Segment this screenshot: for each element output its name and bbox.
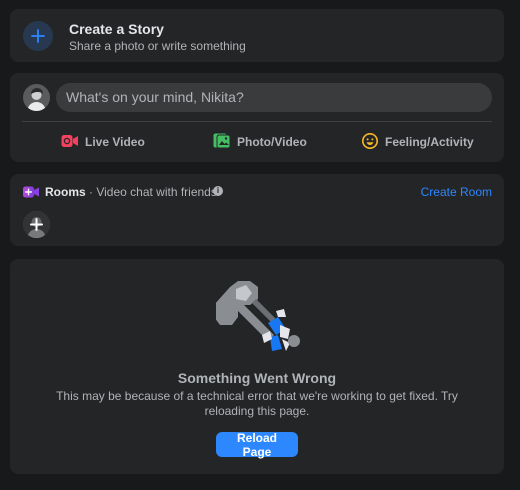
reload-page-button[interactable]: Reload Page: [216, 431, 298, 459]
live-video-icon: [61, 134, 79, 151]
divider: [22, 121, 492, 122]
photo-video-icon: [213, 133, 231, 152]
create-room-link[interactable]: Create Room: [421, 185, 492, 199]
feeling-icon: [361, 132, 379, 153]
create-room-avatar[interactable]: [23, 211, 50, 238]
story-subtitle: Share a photo or write something: [69, 39, 246, 53]
photo-video-label: Photo/Video: [237, 135, 307, 149]
story-title: Create a Story: [69, 21, 164, 37]
create-story-card[interactable]: Create a Story Share a photo or write so…: [10, 9, 504, 62]
rooms-title: Rooms: [45, 185, 86, 199]
info-icon[interactable]: i: [213, 186, 223, 196]
error-title: Something Went Wrong: [177, 370, 337, 386]
rooms-card: Rooms · Video chat with friends i Create…: [10, 174, 504, 246]
rooms-video-icon: [23, 185, 40, 203]
photo-video-button[interactable]: Photo/Video: [213, 130, 307, 154]
rooms-subtitle: · Video chat with friends: [85, 185, 217, 199]
avatar[interactable]: [23, 84, 50, 111]
live-video-label: Live Video: [85, 135, 145, 149]
error-card: Something Went Wrong This may be because…: [10, 259, 504, 474]
error-message: This may be because of a technical error…: [56, 389, 458, 418]
status-input[interactable]: What's on your mind, Nikita?: [56, 83, 492, 112]
plus-icon[interactable]: [23, 21, 53, 51]
live-video-button[interactable]: Live Video: [61, 130, 145, 154]
post-composer: What's on your mind, Nikita? Live Video …: [10, 73, 504, 162]
feeling-activity-label: Feeling/Activity: [385, 135, 474, 149]
broken-wrench-icon: [214, 279, 308, 362]
feeling-activity-button[interactable]: Feeling/Activity: [361, 130, 474, 154]
rooms-heading: Rooms · Video chat with friends: [45, 185, 217, 199]
